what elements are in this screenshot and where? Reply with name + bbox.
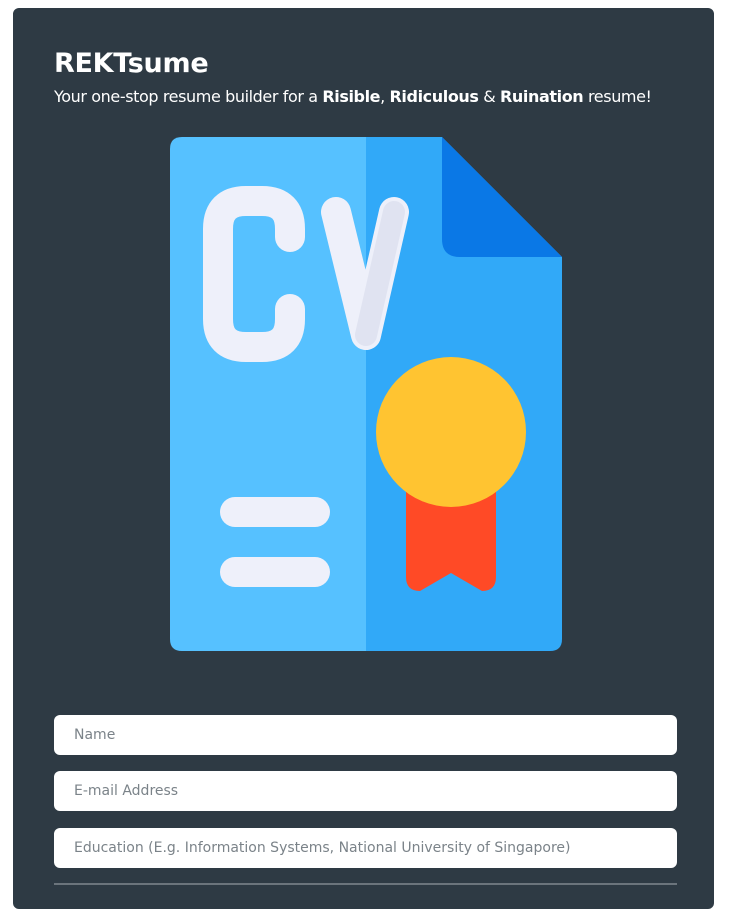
name-input[interactable] bbox=[54, 715, 677, 755]
subtitle-word-ruination: Ruination bbox=[499, 87, 584, 106]
subtitle-separator-1: , bbox=[380, 87, 390, 106]
app-subtitle: Your one-stop resume builder for a Risib… bbox=[54, 87, 694, 106]
text-line-1 bbox=[220, 497, 330, 527]
cv-document-icon bbox=[170, 137, 562, 651]
subtitle-suffix: resume! bbox=[583, 87, 652, 106]
medal-circle bbox=[376, 357, 526, 507]
document-fold bbox=[442, 137, 562, 257]
subtitle-separator-2: & bbox=[478, 87, 500, 106]
text-line-2 bbox=[220, 557, 330, 587]
subtitle-word-risible: Risible bbox=[322, 87, 381, 106]
app-title: REKTsume bbox=[54, 48, 209, 79]
form-divider bbox=[54, 883, 677, 885]
subtitle-prefix: Your one-stop resume builder for a bbox=[54, 87, 323, 106]
email-input[interactable] bbox=[54, 771, 677, 811]
education-input[interactable] bbox=[54, 828, 677, 868]
subtitle-word-ridiculous: Ridiculous bbox=[389, 87, 479, 106]
resume-builder-card: REKTsume Your one-stop resume builder fo… bbox=[11, 6, 716, 911]
